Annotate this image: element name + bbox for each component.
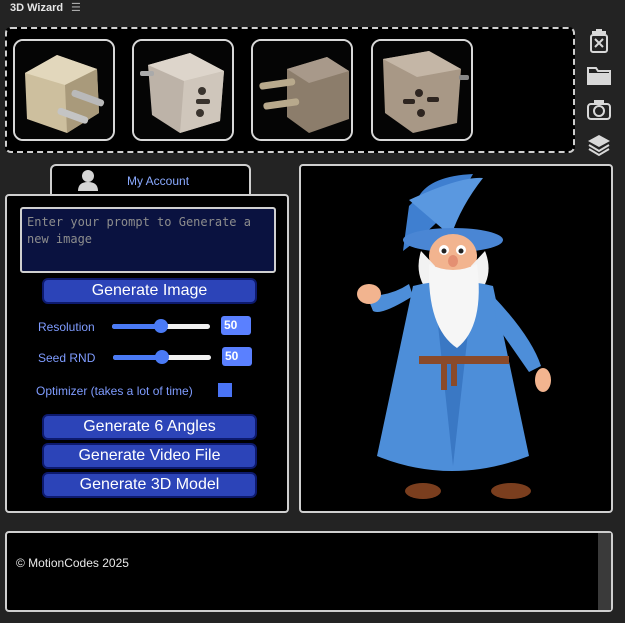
control-panel: Generate Image Resolution 50 Seed RND 50… <box>5 194 289 513</box>
camera-icon[interactable] <box>586 97 612 123</box>
generate-video-button[interactable]: Generate Video File <box>42 443 257 469</box>
user-icon <box>78 169 98 196</box>
optimizer-label: Optimizer (takes a lot of time) <box>36 384 193 398</box>
preview-panel <box>299 164 613 513</box>
optimizer-checkbox[interactable] <box>218 383 232 397</box>
app-title: 3D Wizard <box>10 2 64 14</box>
resolution-slider-thumb[interactable] <box>154 319 168 333</box>
adapter-thumbnail-2[interactable] <box>132 39 234 141</box>
seed-slider-thumb[interactable] <box>155 350 169 364</box>
generate-angles-button[interactable]: Generate 6 Angles <box>42 414 257 440</box>
wizard-character-image <box>357 174 551 499</box>
resolution-value[interactable]: 50 <box>221 316 251 335</box>
resolution-slider[interactable] <box>112 319 210 333</box>
seed-value[interactable]: 50 <box>222 347 252 366</box>
generate-3d-model-button[interactable]: Generate 3D Model <box>42 472 257 498</box>
title-bar: 3D Wizard ☰ <box>0 0 625 17</box>
folder-icon[interactable] <box>586 62 612 88</box>
tab-my-account[interactable]: My Account <box>50 164 251 195</box>
tab-label: My Account <box>127 174 190 188</box>
seed-slider[interactable] <box>113 350 211 364</box>
thumbnail-gallery <box>5 27 575 153</box>
prompt-input[interactable] <box>20 207 276 273</box>
trash-icon[interactable] <box>586 28 612 54</box>
adapter-thumbnail-4[interactable] <box>371 39 473 141</box>
generate-image-button[interactable]: Generate Image <box>42 278 257 304</box>
seed-label: Seed RND <box>38 351 96 365</box>
copyright-text: © MotionCodes 2025 <box>16 556 129 570</box>
adapter-thumbnail-1[interactable] <box>13 39 115 141</box>
console-panel: © MotionCodes 2025 <box>5 531 613 612</box>
resolution-label: Resolution <box>38 320 95 334</box>
layers-icon[interactable] <box>586 132 612 158</box>
console-scrollbar[interactable] <box>598 533 611 610</box>
adapter-thumbnail-3[interactable] <box>251 39 353 141</box>
hamburger-icon[interactable]: ☰ <box>71 1 81 14</box>
